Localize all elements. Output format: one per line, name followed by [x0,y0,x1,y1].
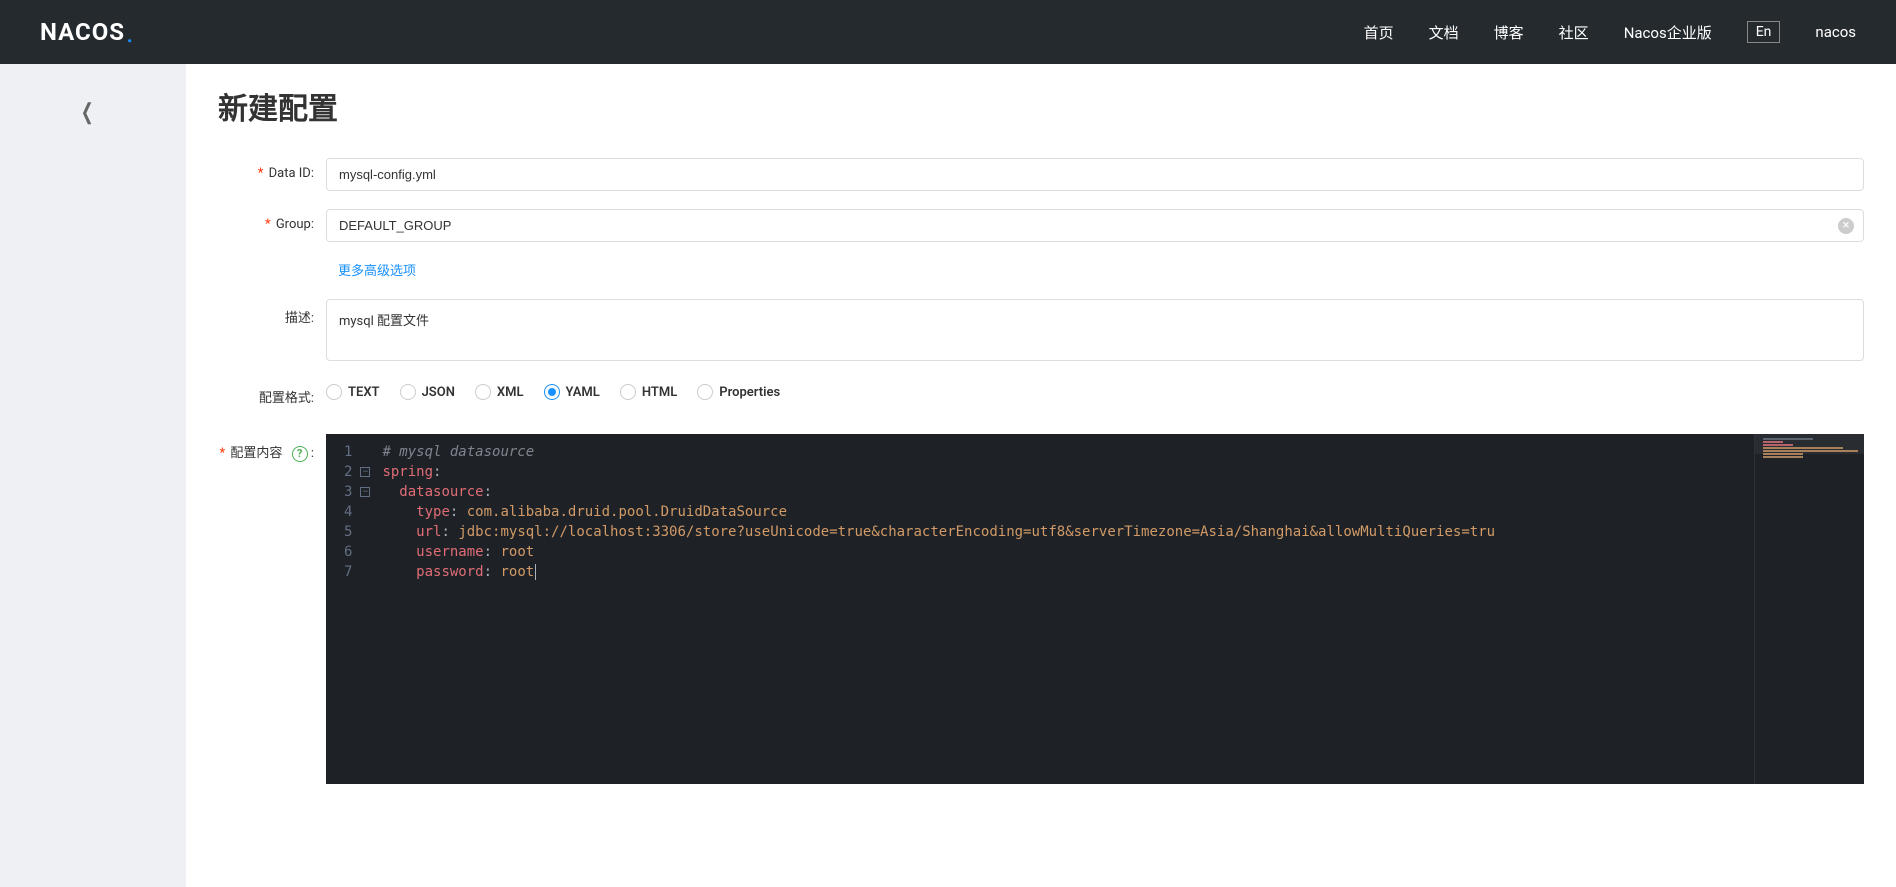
logo[interactable]: NACOS . [40,16,133,49]
sidebar-collapse-icon[interactable]: ❮ [80,100,93,125]
radio-html[interactable]: HTML [620,384,677,400]
line-number: 7 [344,562,352,582]
label-format: 配置格式: [218,379,326,406]
logo-dot-icon: . [126,16,133,49]
radio-properties[interactable]: Properties [697,384,780,400]
radio-circle-checked-icon [544,384,560,400]
nav-docs[interactable]: 文档 [1429,22,1459,43]
minimap-content [1763,438,1858,459]
line-number: 5 [344,522,352,542]
language-toggle[interactable]: En [1747,21,1781,43]
nav-enterprise[interactable]: Nacos企业版 [1624,22,1712,43]
app-header: NACOS . 首页 文档 博客 社区 Nacos企业版 En nacos [0,0,1896,64]
user-menu[interactable]: nacos [1815,23,1856,41]
editor-minimap[interactable] [1754,434,1864,784]
editor-gutter: 1 2− 3− 4 5 6 7 [326,434,378,784]
fold-icon[interactable]: − [360,487,370,497]
form-row-description: 描述: [218,299,1864,361]
line-number: 3 [344,482,352,502]
form-row-group: * Group: [218,209,1864,242]
radio-circle-icon [326,384,342,400]
form-row-content: * 配置内容 ? : 1 2− 3− 4 5 6 7 # mysql datas… [218,434,1864,784]
fold-icon[interactable]: − [360,467,370,477]
input-group[interactable] [326,209,1864,242]
radio-circle-icon [400,384,416,400]
clear-group-icon[interactable] [1838,218,1854,234]
editor-content[interactable]: # mysql datasource spring: datasource: t… [378,434,1754,784]
radio-text[interactable]: TEXT [326,384,380,400]
line-number: 1 [344,442,352,462]
advanced-options-link[interactable]: 更多高级选项 [338,260,416,279]
page-title: 新建配置 [218,84,1864,128]
line-number: 6 [344,542,352,562]
textarea-description[interactable] [326,299,1864,361]
code-editor[interactable]: 1 2− 3− 4 5 6 7 # mysql datasource sprin… [326,434,1864,784]
input-dataid[interactable] [326,158,1864,191]
logo-text: NACOS [40,18,125,46]
label-dataid: * Data ID: [218,158,326,181]
format-radio-group: TEXT JSON XML YAML HTML [326,379,780,400]
label-content: * 配置内容 ? : [218,434,326,462]
nav-community[interactable]: 社区 [1559,22,1589,43]
nav-blog[interactable]: 博客 [1494,22,1524,43]
radio-circle-icon [475,384,491,400]
cursor-icon [535,564,536,580]
radio-json[interactable]: JSON [400,384,455,400]
line-number: 4 [344,502,352,522]
help-icon[interactable]: ? [292,446,308,462]
label-description: 描述: [218,299,326,326]
form-row-format: 配置格式: TEXT JSON XML YAML [218,379,1864,406]
sidebar: ❮ [0,64,186,887]
main-container: ❮ 新建配置 * Data ID: * Group: 更多高级选项 描述: 配置… [0,64,1896,887]
form-row-dataid: * Data ID: [218,158,1864,191]
nav-home[interactable]: 首页 [1364,22,1394,43]
radio-circle-icon [620,384,636,400]
top-nav: 首页 文档 博客 社区 Nacos企业版 En nacos [1364,21,1856,43]
radio-xml[interactable]: XML [475,384,524,400]
line-number: 2 [344,462,352,482]
label-group: * Group: [218,209,326,232]
content-area: 新建配置 * Data ID: * Group: 更多高级选项 描述: 配置格式… [186,64,1896,887]
radio-circle-icon [697,384,713,400]
radio-yaml[interactable]: YAML [544,384,600,400]
